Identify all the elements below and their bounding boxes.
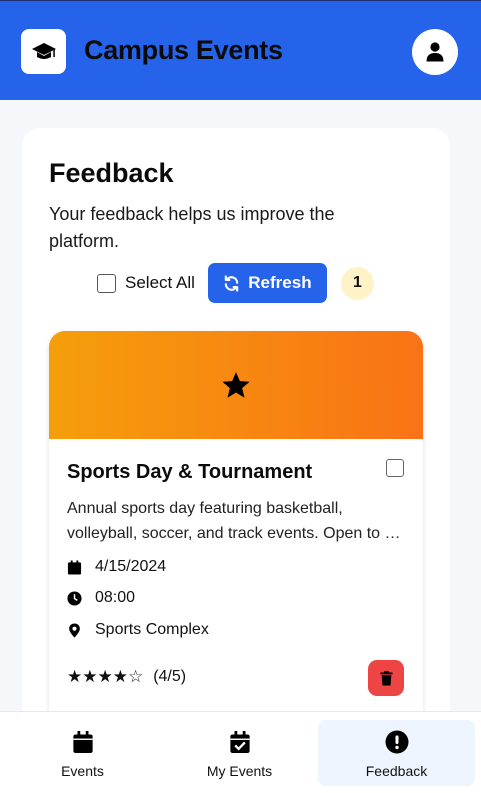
star-icon [222,371,250,398]
event-description: Annual sports day featuring basketball, … [67,496,407,546]
event-date-text: 4/15/2024 [95,558,167,575]
event-rating: ★★★★☆ (4/5) [67,667,186,687]
event-time-text: 08:00 [95,589,136,606]
nav-feedback-label: Feedback [365,763,428,779]
location-pin-icon [69,622,80,638]
select-all-control[interactable]: Select All [97,273,195,293]
profile-button[interactable] [412,29,458,75]
event-title: Sports Day & Tournament [67,461,313,483]
nav-my-events-label: My Events [206,763,273,779]
event-card[interactable]: Sports Day & Tournament Annual sports da… [49,331,423,751]
select-all-checkbox[interactable] [97,273,116,293]
event-location: Sports Complex [67,621,209,639]
rating-text: (4/5) [153,668,187,685]
app-title: Campus Events [84,35,283,65]
nav-feedback[interactable]: Feedback [318,720,475,786]
rating-stars: ★★★★☆ [67,667,144,686]
delete-button[interactable] [368,660,404,696]
user-icon [426,42,444,62]
event-location-text: Sports Complex [95,621,209,638]
app-header: Campus Events [0,0,481,100]
page-title: Feedback [49,158,174,188]
calendar-check-icon [229,731,250,753]
exclamation-circle-icon [385,730,408,754]
toolbar: Select All Refresh 1 [97,263,374,303]
nav-events-label: Events [61,763,104,779]
event-select-checkbox[interactable] [386,459,404,477]
calendar-icon [72,731,93,753]
nav-my-events[interactable]: My Events [161,720,318,786]
refresh-label: Refresh [248,273,312,292]
refresh-icon [225,274,239,292]
event-time: 08:00 [67,589,135,607]
event-banner [49,331,423,439]
selection-count-badge: 1 [340,266,374,300]
nav-events[interactable]: Events [4,720,161,786]
app-root: Campus Events Feedback Your feedback hel… [0,0,481,793]
page-description: Your feedback helps us improve the platf… [49,204,335,251]
event-description-line2: volleyball, soccer, and track events. Op… [67,525,407,542]
select-all-label: Select All [125,273,195,292]
calendar-icon [67,559,82,575]
bottom-nav: Events My Events Feedback [0,711,481,793]
refresh-button[interactable]: Refresh [207,263,327,303]
trash-icon [379,670,393,685]
app-logo [21,29,66,74]
event-description-line1: Annual sports day featuring basketball, [67,500,343,517]
clock-icon [67,590,82,606]
graduation-cap-icon [31,42,56,59]
event-date: 4/15/2024 [67,558,166,576]
